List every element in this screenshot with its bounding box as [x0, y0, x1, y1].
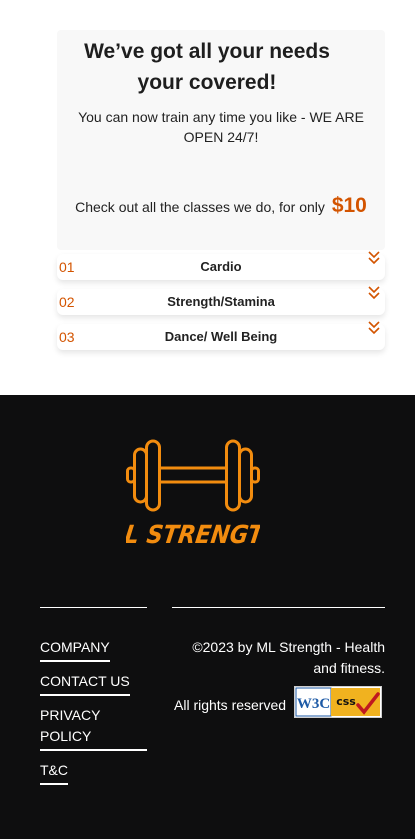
price-line: Check out all the classes we do, for onl… — [57, 194, 385, 218]
rights-text: All rights reserved — [174, 697, 287, 713]
footer-link-contact-us[interactable]: CONTACT US — [40, 671, 130, 696]
chevron-double-down-icon[interactable] — [367, 250, 381, 266]
dumbbell-logo-icon: ML STRENGTH — [126, 439, 260, 549]
footer-divider-left — [40, 607, 147, 608]
offer-headline: We’ve got all your needs your covered! — [84, 40, 330, 94]
class-label: Strength/Stamina — [167, 294, 275, 309]
footer-link-company[interactable]: COMPANY — [40, 637, 110, 662]
class-item-dance[interactable]: 03 Dance/ Well Being — [57, 321, 385, 350]
class-item-cardio[interactable]: 01 Cardio — [57, 251, 385, 280]
offer-subline: You can now train any time you like - WE… — [78, 109, 364, 145]
chevron-double-down-icon[interactable] — [367, 320, 381, 336]
w3c-css-badge-icon[interactable]: W3C css — [294, 686, 382, 718]
chevron-double-down-icon[interactable] — [367, 285, 381, 301]
badge-css: css — [336, 695, 356, 708]
footer-link-tc[interactable]: T&C — [40, 760, 68, 785]
footer-link-privacy-policy[interactable]: PRIVACY POLICY — [40, 705, 147, 751]
footer-divider-right — [172, 607, 385, 608]
price-text: Check out all the classes we do, for onl… — [75, 199, 325, 215]
badge-w3c: W3C — [297, 696, 330, 712]
class-label: Cardio — [200, 259, 242, 274]
class-label: Dance/ Well Being — [164, 329, 278, 344]
copyright-text: ©2023 by ML Strength - Health and fitnes… — [192, 639, 385, 676]
price-value: $10 — [331, 194, 367, 217]
class-item-strength[interactable]: 02 Strength/Stamina — [57, 286, 385, 315]
logo-text: ML STRENGTH — [126, 520, 260, 549]
